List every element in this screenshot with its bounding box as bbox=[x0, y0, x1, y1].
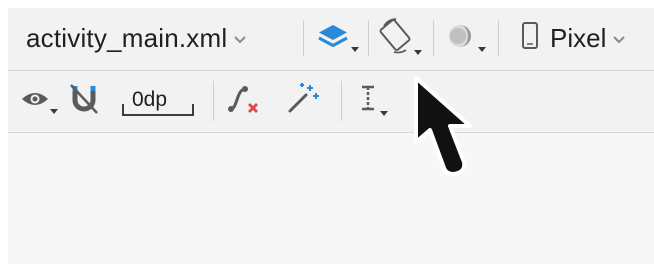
eye-icon bbox=[18, 79, 62, 124]
magic-wand-icon bbox=[280, 77, 324, 126]
toolbar-divider bbox=[303, 20, 304, 56]
margin-underline bbox=[122, 114, 194, 116]
align-guidelines-icon bbox=[350, 77, 394, 126]
toolbar-divider bbox=[341, 81, 342, 121]
chevron-down-icon bbox=[233, 32, 247, 50]
file-name-label: activity_main.xml bbox=[26, 22, 228, 53]
default-margin-field[interactable]: 0dp bbox=[118, 86, 198, 120]
orientation-button[interactable] bbox=[376, 16, 426, 62]
clear-constraints-button[interactable] bbox=[223, 79, 267, 123]
design-surface-button[interactable] bbox=[313, 18, 361, 60]
chevron-down-icon bbox=[612, 32, 626, 50]
view-options-button[interactable] bbox=[18, 81, 62, 121]
night-mode-icon bbox=[440, 16, 490, 63]
toolbar-divider bbox=[433, 20, 434, 56]
file-selector-dropdown[interactable]: activity_main.xml bbox=[26, 18, 247, 58]
theme-button[interactable] bbox=[440, 18, 490, 60]
layout-editor-panel: activity_main.xml Pixel 0dp bbox=[8, 8, 654, 264]
phone-device-icon bbox=[520, 21, 540, 56]
clear-constraints-icon bbox=[223, 77, 267, 126]
toolbar-divider bbox=[213, 81, 214, 121]
guidelines-button[interactable] bbox=[350, 79, 394, 123]
default-margin-value: 0dp bbox=[132, 88, 168, 111]
margin-tick-left bbox=[122, 104, 124, 116]
autoconnect-toggle[interactable] bbox=[66, 81, 106, 121]
margin-tick-right bbox=[192, 104, 194, 116]
toolbar-divider bbox=[368, 20, 369, 56]
device-selector-dropdown[interactable]: Pixel bbox=[520, 18, 626, 58]
constraint-toolbar: 0dp bbox=[8, 71, 654, 133]
design-toolbar: activity_main.xml Pixel bbox=[8, 8, 654, 71]
toolbar-divider bbox=[498, 20, 499, 56]
layers-icon bbox=[313, 16, 361, 63]
magnet-off-icon bbox=[66, 79, 106, 124]
design-canvas[interactable] bbox=[8, 133, 654, 264]
device-name-label: Pixel bbox=[550, 22, 607, 53]
rotate-orientation-icon bbox=[376, 14, 426, 65]
infer-constraints-button[interactable] bbox=[280, 79, 324, 123]
